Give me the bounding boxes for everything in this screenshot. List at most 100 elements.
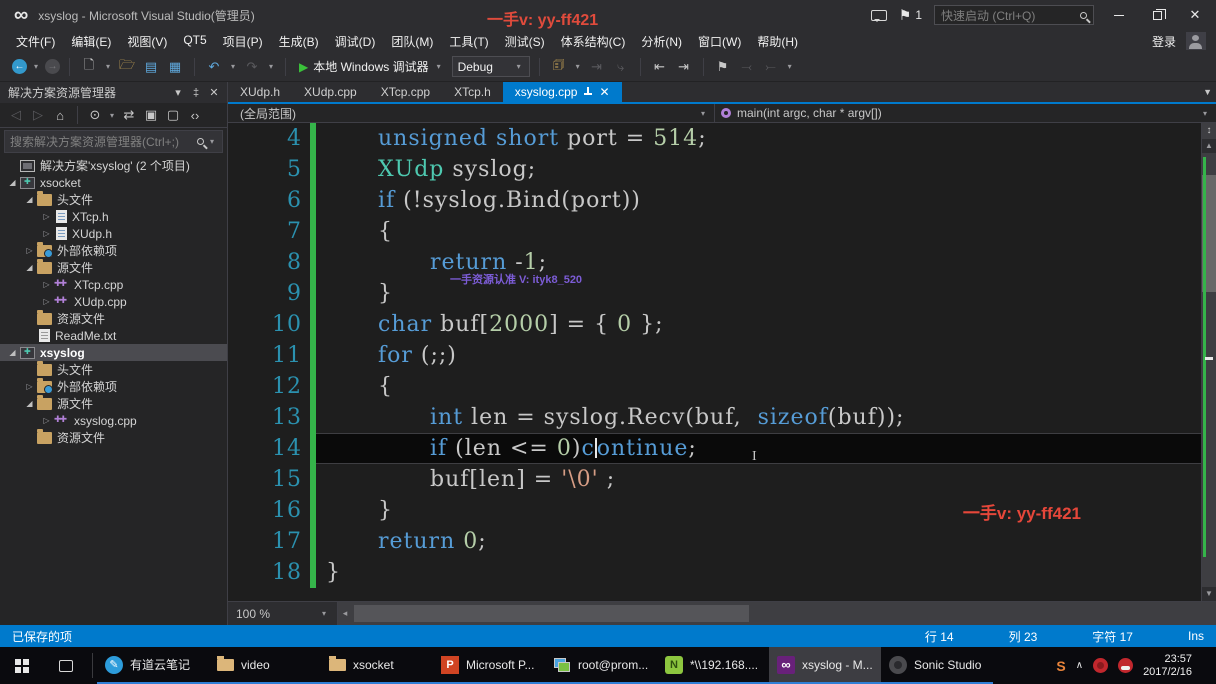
next-bookmark-button[interactable]: ⤚ bbox=[761, 57, 781, 77]
redo-dropdown[interactable]: ▾ bbox=[266, 62, 276, 71]
step-over-button[interactable]: ⇥ bbox=[587, 57, 607, 77]
find-dropdown[interactable]: ▾ bbox=[573, 62, 583, 71]
undo-button[interactable]: ↶ bbox=[204, 57, 224, 77]
collapse-all-button[interactable]: ▣ bbox=[141, 105, 161, 125]
code-line-10[interactable]: 10char buf[2000] = { 0 }; bbox=[228, 309, 1201, 340]
menu-item-3[interactable]: QT5 bbox=[175, 30, 214, 53]
start-debug-button[interactable]: ▶ 本地 Windows 调试器 ▾ bbox=[295, 58, 448, 75]
switch-views-button[interactable]: ⊙ bbox=[85, 105, 105, 125]
expander-collapsed-icon[interactable]: ▷ bbox=[40, 416, 53, 425]
tree-item-资源文件[interactable]: 资源文件 bbox=[0, 310, 227, 327]
sign-in-link[interactable]: 登录 bbox=[1152, 33, 1176, 50]
code-line-6[interactable]: 6if (!syslog.Bind(port)) bbox=[228, 185, 1201, 216]
close-panel-icon[interactable]: ✕ bbox=[205, 86, 223, 99]
menu-item-9[interactable]: 测试(S) bbox=[497, 30, 553, 53]
splitter-handle[interactable]: ↕ bbox=[1202, 123, 1216, 139]
start-button[interactable] bbox=[0, 647, 44, 684]
taskbar-app-ppt[interactable]: PMicrosoft P... bbox=[433, 647, 545, 684]
configuration-dropdown[interactable]: Debug ▾ bbox=[452, 56, 530, 77]
member-dropdown[interactable]: main(int argc, char * argv[]) ▾ bbox=[715, 104, 1216, 122]
tray-app-icon[interactable]: S bbox=[1056, 658, 1065, 674]
expander-expanded-icon[interactable]: ◢ bbox=[6, 348, 19, 357]
tab-XUdp.h[interactable]: XUdp.h bbox=[228, 82, 292, 102]
code-line-4[interactable]: 4unsigned short port = 514; bbox=[228, 123, 1201, 154]
undo-dropdown[interactable]: ▾ bbox=[228, 62, 238, 71]
menu-item-8[interactable]: 工具(T) bbox=[441, 30, 496, 53]
menu-item-11[interactable]: 分析(N) bbox=[633, 30, 690, 53]
bookmark-button[interactable]: ⚑ bbox=[713, 57, 733, 77]
menu-item-7[interactable]: 团队(M) bbox=[383, 30, 441, 53]
scroll-down-icon[interactable]: ▼ bbox=[1202, 587, 1216, 601]
scope-dropdown[interactable]: (全局范围) ▾ bbox=[228, 104, 715, 122]
find-in-files-button[interactable]: 🗊 bbox=[549, 57, 569, 77]
zoom-control[interactable]: 100 % ▾ bbox=[228, 602, 338, 625]
tree-item-外部依赖项[interactable]: ▷外部依赖项 bbox=[0, 378, 227, 395]
close-button[interactable]: ✕ bbox=[1182, 4, 1208, 26]
menu-item-0[interactable]: 文件(F) bbox=[8, 30, 63, 53]
tab-XTcp.h[interactable]: XTcp.h bbox=[442, 82, 503, 102]
code-line-18[interactable]: 18} bbox=[228, 557, 1201, 588]
taskbar-app-folder[interactable]: xsocket bbox=[321, 647, 433, 684]
task-view-button[interactable] bbox=[44, 647, 88, 684]
vertical-scrollbar[interactable]: ↕ ▲ ▼ bbox=[1201, 123, 1216, 601]
pin-panel-icon[interactable]: ‡ bbox=[187, 87, 205, 99]
save-button[interactable]: ▤ bbox=[141, 57, 161, 77]
notification-flag-icon[interactable]: ⚑ bbox=[899, 7, 912, 24]
close-tab-icon[interactable]: ✕ bbox=[599, 85, 609, 99]
code-line-13[interactable]: 13int len = syslog.Recv(buf, sizeof(buf)… bbox=[228, 402, 1201, 433]
open-file-button[interactable]: 🗁 bbox=[117, 57, 137, 77]
menu-item-12[interactable]: 窗口(W) bbox=[690, 30, 749, 53]
tree-item-资源文件[interactable]: 资源文件 bbox=[0, 429, 227, 446]
taskbar-app-youdao[interactable]: ✎有道云笔记 bbox=[97, 647, 209, 684]
window-position-dropdown-icon[interactable]: ▾ bbox=[169, 86, 187, 99]
tree-item-xsyslog[interactable]: ◢xsyslog bbox=[0, 344, 227, 361]
tray-expand-icon[interactable]: ∧ bbox=[1076, 660, 1083, 671]
sync-with-active-document-button[interactable]: ⇄ bbox=[119, 105, 139, 125]
tree-item-XUdp.cpp[interactable]: ▷XUdp.cpp bbox=[0, 293, 227, 310]
taskbar-clock[interactable]: 23:57 2017/2/16 bbox=[1143, 653, 1192, 679]
code-line-11[interactable]: 11for (;;) bbox=[228, 340, 1201, 371]
solution-explorer-search-input[interactable]: 搜索解决方案资源管理器(Ctrl+;) ▾ bbox=[4, 130, 223, 153]
new-file-dropdown[interactable]: ▾ bbox=[103, 62, 113, 71]
taskbar-app-remote[interactable]: root@prom... bbox=[545, 647, 657, 684]
feedback-icon[interactable] bbox=[871, 10, 887, 21]
search-dropdown[interactable]: ▾ bbox=[207, 137, 217, 146]
expander-collapsed-icon[interactable]: ▷ bbox=[40, 212, 53, 221]
new-file-button[interactable]: 🗋 bbox=[79, 57, 99, 77]
restore-button[interactable] bbox=[1144, 4, 1170, 26]
navigate-forward-button[interactable]: → bbox=[45, 59, 60, 74]
tree-item-源文件[interactable]: ◢源文件 bbox=[0, 395, 227, 412]
previous-bookmark-button[interactable]: ⤙ bbox=[737, 57, 757, 77]
menu-item-6[interactable]: 调试(D) bbox=[327, 30, 384, 53]
navigate-back-button[interactable]: ← bbox=[12, 59, 27, 74]
tab-overflow-dropdown-icon[interactable]: ▼ bbox=[1203, 87, 1212, 97]
scrollbar-track[interactable] bbox=[1202, 153, 1216, 587]
tab-XTcp.cpp[interactable]: XTcp.cpp bbox=[369, 82, 442, 102]
tab-XUdp.cpp[interactable]: XUdp.cpp bbox=[292, 82, 369, 102]
tree-item-头文件[interactable]: ◢头文件 bbox=[0, 191, 227, 208]
code-line-9[interactable]: 9} bbox=[228, 278, 1201, 309]
step-into-button[interactable]: ⤷ bbox=[611, 57, 631, 77]
code-line-14[interactable]: 14if (len <= 0)continue; bbox=[228, 433, 1201, 464]
switch-views-dropdown[interactable]: ▾ bbox=[107, 111, 117, 120]
tree-item-XTcp.cpp[interactable]: ▷XTcp.cpp bbox=[0, 276, 227, 293]
navigate-back-dropdown[interactable]: ▾ bbox=[31, 62, 41, 71]
tray-status-icon[interactable] bbox=[1093, 658, 1108, 673]
tree-item-源文件[interactable]: ◢源文件 bbox=[0, 259, 227, 276]
expander-expanded-icon[interactable]: ◢ bbox=[23, 399, 36, 408]
quick-launch-input[interactable]: 快速启动 (Ctrl+Q) bbox=[934, 5, 1094, 25]
expander-expanded-icon[interactable]: ◢ bbox=[23, 195, 36, 204]
tree-item-xsocket[interactable]: ◢xsocket bbox=[0, 174, 227, 191]
minimize-button[interactable] bbox=[1106, 4, 1132, 26]
debug-target-dropdown[interactable]: ▾ bbox=[434, 62, 444, 71]
indent-increase-button[interactable]: ⇥ bbox=[674, 57, 694, 77]
code-line-17[interactable]: 17return 0; bbox=[228, 526, 1201, 557]
save-all-button[interactable]: ▦ bbox=[165, 57, 185, 77]
tree-item-ReadMe.txt[interactable]: ReadMe.txt bbox=[0, 327, 227, 344]
scrollbar-thumb[interactable] bbox=[354, 605, 749, 622]
code-editor[interactable]: 一手资源认准 V: ityk8_520 一手v: yy-ff421 I 4uns… bbox=[228, 123, 1201, 601]
bookmark-dropdown[interactable]: ▾ bbox=[785, 62, 795, 71]
properties-button[interactable]: ▢ bbox=[163, 105, 183, 125]
user-avatar-icon[interactable] bbox=[1186, 32, 1206, 50]
menu-item-4[interactable]: 项目(P) bbox=[215, 30, 271, 53]
